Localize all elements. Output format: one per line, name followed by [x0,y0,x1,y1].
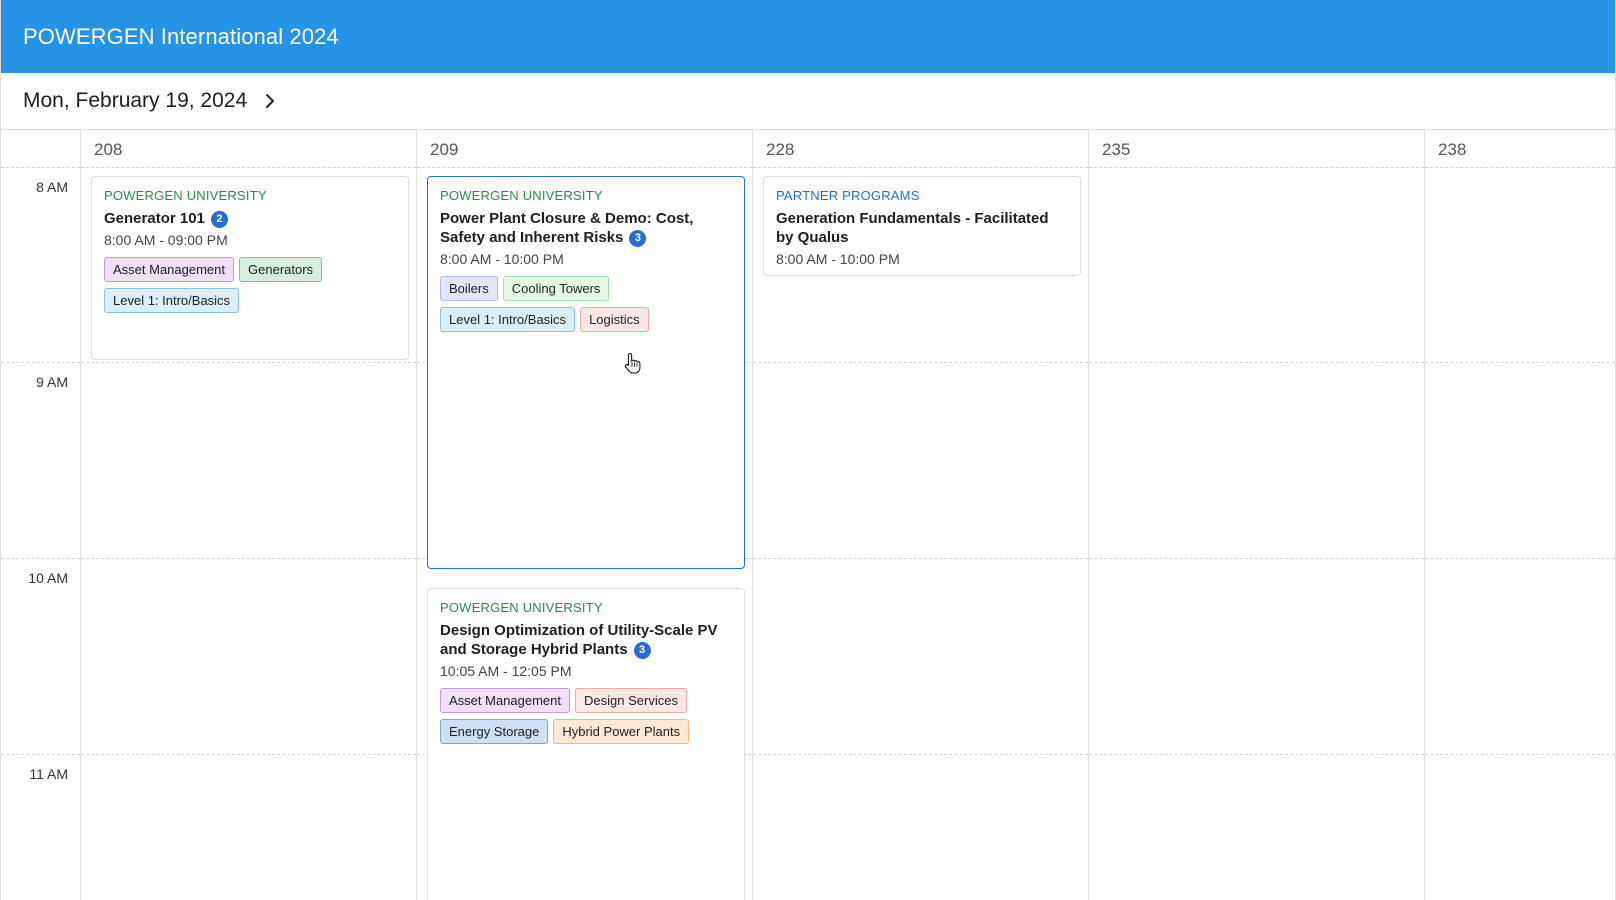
room-column-209: 209 POWERGEN UNIVERSITY Power Plant Clos… [417,130,753,900]
hour-line [753,754,1088,755]
tag-design-services[interactable]: Design Services [575,688,687,713]
hour-line [1425,362,1615,363]
schedule-app: POWERGEN International 2024 Mon, Februar… [0,0,1616,900]
hour-line [1089,167,1424,168]
schedule-grid: 8 AM 9 AM 10 AM 11 AM 208 POWERGEN UNIVE… [1,130,1615,900]
event-card-power-plant-closure[interactable]: POWERGEN UNIVERSITY Power Plant Closure … [427,176,745,569]
next-day-button[interactable] [259,90,281,112]
room-column-208: 208 POWERGEN UNIVERSITY Generator 101 2 8… [81,130,417,900]
date-navigation-bar: Mon, February 19, 2024 [1,73,1615,130]
chevron-right-icon [266,94,275,108]
hour-line [417,167,752,168]
time-label-8am: 8 AM [36,179,68,195]
room-column-235: 235 [1089,130,1425,900]
event-category: POWERGEN UNIVERSITY [440,600,603,615]
hour-line [81,167,416,168]
current-date: Mon, February 19, 2024 [23,89,248,112]
app-header: POWERGEN International 2024 [1,0,1615,73]
hour-line [81,754,416,755]
event-category: POWERGEN UNIVERSITY [104,188,267,203]
hour-line [1425,558,1615,559]
event-tags: Asset Management Generators Level 1: Int… [104,257,344,313]
event-tags: Boilers Cooling Towers Level 1: Intro/Ba… [440,276,680,332]
speaker-count-badge: 3 [633,642,651,659]
tag-level-1-intro-basics[interactable]: Level 1: Intro/Basics [440,307,576,332]
event-card-design-optimization[interactable]: POWERGEN UNIVERSITY Design Optimization … [427,588,745,900]
hour-line [1425,167,1615,168]
event-title: Generator 101 2 [104,209,396,228]
hour-line [1089,754,1424,755]
hour-line [1425,754,1615,755]
room-column-238: 238 [1425,130,1615,900]
hour-line [753,558,1088,559]
event-title: Design Optimization of Utility-Scale PV … [440,621,730,659]
room-header-208: 208 [94,140,123,159]
event-time: 8:00 AM - 10:00 PM [440,251,564,267]
time-label-9am: 9 AM [36,374,68,390]
event-time: 8:00 AM - 10:00 PM [776,251,900,267]
event-time: 8:00 AM - 09:00 PM [104,232,228,248]
tag-boilers[interactable]: Boilers [440,276,498,301]
room-header-235: 235 [1102,140,1131,159]
hand-pointer-cursor-icon [624,352,641,374]
tag-logistics[interactable]: Logistics [580,307,649,332]
event-title: Power Plant Closure & Demo: Cost, Safety… [440,209,710,247]
event-title-text: Generator 101 [104,210,205,227]
event-title-text: Design Optimization of Utility-Scale PV … [440,622,718,658]
room-column-228: 228 PARTNER PROGRAMS Generation Fundamen… [753,130,1089,900]
event-card-generation-fundamentals[interactable]: PARTNER PROGRAMS Generation Fundamentals… [763,176,1081,276]
event-title: Generation Fundamentals - Facilitated by… [776,210,1049,246]
hour-line [1,362,80,363]
event-category: PARTNER PROGRAMS [776,188,920,203]
tag-asset-management[interactable]: Asset Management [440,688,571,713]
event-card-generator-101[interactable]: POWERGEN UNIVERSITY Generator 101 2 8:00 … [91,176,409,360]
tag-asset-management[interactable]: Asset Management [104,257,235,282]
time-label-10am: 10 AM [28,570,68,586]
room-header-209: 209 [430,140,459,159]
hour-line [753,362,1088,363]
speaker-count-badge: 2 [210,211,228,228]
room-header-238: 238 [1438,140,1467,159]
tag-energy-storage[interactable]: Energy Storage [440,719,549,744]
event-title-text: Power Plant Closure & Demo: Cost, Safety… [440,210,694,246]
speaker-count-badge: 3 [629,230,647,247]
tag-cooling-towers[interactable]: Cooling Towers [502,276,610,301]
hour-line [753,167,1088,168]
event-time: 10:05 AM - 12:05 PM [440,663,572,679]
tag-hybrid-power-plants[interactable]: Hybrid Power Plants [553,719,690,744]
hour-line [1089,558,1424,559]
hour-line [1,754,80,755]
event-category: POWERGEN UNIVERSITY [440,188,603,203]
hour-line [1089,362,1424,363]
event-tags: Asset Management Design Services Energy … [440,688,700,744]
hour-line [1,167,80,168]
hour-line [1,558,80,559]
room-header-228: 228 [766,140,795,159]
tag-generators[interactable]: Generators [239,257,323,282]
hour-line [81,362,416,363]
app-title: POWERGEN International 2024 [23,23,339,49]
time-column: 8 AM 9 AM 10 AM 11 AM [1,130,81,900]
tag-level-1-intro-basics[interactable]: Level 1: Intro/Basics [104,288,240,313]
time-label-11am: 11 AM [29,766,68,782]
hour-line [81,558,416,559]
